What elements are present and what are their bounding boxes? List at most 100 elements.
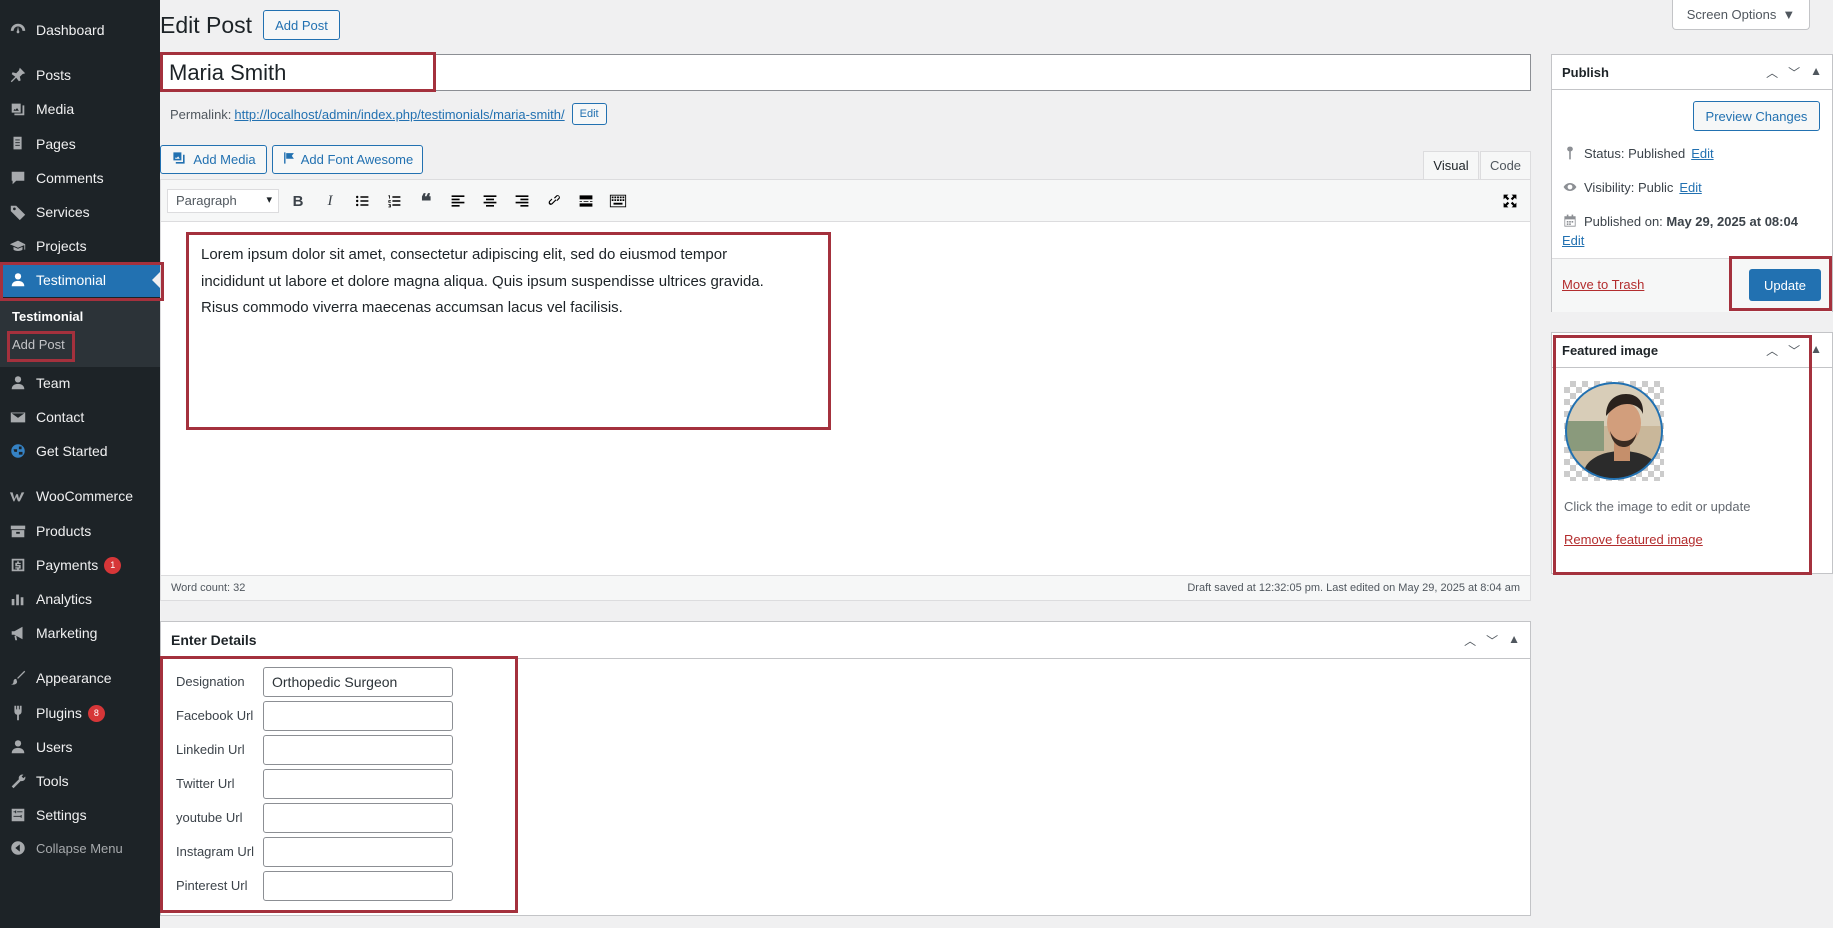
sidebar-item-team[interactable]: Team (0, 366, 160, 400)
add-font-awesome-button[interactable]: Add Font Awesome (272, 145, 423, 174)
facebook-url-label: Facebook Url (176, 708, 254, 723)
users-icon (0, 738, 36, 756)
keyboard-icon[interactable] (608, 191, 628, 211)
status-edit-link[interactable]: Edit (1691, 146, 1713, 161)
facebook-url-field[interactable] (263, 701, 453, 731)
youtube-url-label: youtube Url (176, 810, 243, 825)
numbered-list-icon[interactable] (384, 191, 404, 211)
collapse-arrow-icon[interactable]: ▲ (1810, 64, 1822, 81)
visibility-value: Public (1637, 179, 1674, 195)
sidebar-item-dashboard[interactable]: Dashboard (0, 13, 160, 47)
permalink-edit-button[interactable]: Edit (571, 103, 607, 125)
tab-visual[interactable]: Visual (1423, 151, 1479, 180)
featured-image-box: Featured image ︿ ﹀ ▲ Click the image to … (1551, 332, 1833, 574)
sidebar-item-analytics[interactable]: Analytics (0, 582, 160, 616)
tab-code[interactable]: Code (1480, 151, 1531, 180)
sidebar-item-get-started[interactable]: Get Started (0, 434, 160, 468)
link-icon[interactable] (544, 191, 564, 211)
sidebar-item-label: Media (36, 101, 75, 117)
eye-icon (1563, 183, 1577, 191)
twitter-url-field[interactable] (263, 769, 453, 799)
sidebar-item-label: Tools (36, 773, 69, 789)
sidebar-item-products[interactable]: Products (0, 514, 160, 548)
visibility-edit-link[interactable]: Edit (1679, 180, 1701, 195)
format-select[interactable]: Paragraph (167, 189, 279, 213)
sidebar-item-testimonial[interactable]: Testimonial (0, 263, 160, 297)
remove-featured-image-link[interactable]: Remove featured image (1564, 532, 1703, 547)
published-on-row: Published on: May 29, 2025 at 08:04 (1562, 213, 1798, 229)
add-post-button[interactable]: Add Post (263, 10, 340, 40)
sidebar-item-label: Pages (36, 136, 76, 152)
chevron-up-icon[interactable]: ︿ (1766, 342, 1778, 359)
instagram-url-field[interactable] (263, 837, 453, 867)
permalink-link[interactable]: http://localhost/admin/index.php/testimo… (234, 107, 564, 122)
sidebar-item-services[interactable]: Services (0, 195, 160, 229)
dollar-icon (0, 556, 36, 574)
italic-icon[interactable]: I (320, 191, 340, 211)
pin-icon (1567, 146, 1573, 160)
testimonial-submenu: Testimonial Add Post (0, 299, 160, 367)
chevron-up-icon[interactable]: ︿ (1766, 64, 1778, 81)
linkedin-url-field[interactable] (263, 735, 453, 765)
chevron-down-icon[interactable]: ﹀ (1486, 632, 1498, 649)
pinterest-url-field[interactable] (263, 871, 453, 901)
collapse-menu-button[interactable]: Collapse Menu (0, 831, 160, 865)
archive-icon (0, 522, 36, 540)
blockquote-icon[interactable]: ❝ (416, 191, 436, 213)
bullet-list-icon[interactable] (352, 191, 372, 211)
collapse-arrow-icon[interactable]: ▲ (1810, 342, 1822, 359)
megaphone-icon (0, 624, 36, 642)
sidebar-item-posts[interactable]: Posts (0, 58, 160, 92)
chevron-down-icon[interactable]: ﹀ (1788, 342, 1800, 359)
sidebar-item-marketing[interactable]: Marketing (0, 616, 160, 650)
submenu-item-testimonial[interactable]: Testimonial (12, 309, 83, 324)
chevron-up-icon[interactable]: ︿ (1464, 632, 1476, 649)
screen-options-button[interactable]: Screen Options ▼ (1672, 0, 1810, 30)
sidebar-item-appearance[interactable]: Appearance (0, 661, 160, 695)
post-title-input[interactable]: Maria Smith (160, 54, 1531, 91)
fullscreen-icon[interactable] (1500, 191, 1520, 211)
sidebar-item-plugins[interactable]: Plugins 8 (0, 696, 160, 730)
published-edit-link[interactable]: Edit (1562, 233, 1584, 248)
move-to-trash-link[interactable]: Move to Trash (1562, 277, 1644, 292)
status-value: Published (1628, 145, 1686, 161)
submenu-item-add-post[interactable]: Add Post (12, 337, 65, 352)
sidebar-item-media[interactable]: Media (0, 92, 160, 126)
sidebar-item-projects[interactable]: Projects (0, 229, 160, 263)
youtube-url-field[interactable] (263, 803, 453, 833)
chevron-down-icon[interactable]: ﹀ (1788, 64, 1800, 81)
pages-icon (0, 135, 36, 153)
update-button[interactable]: Update (1749, 269, 1821, 301)
featured-image-thumbnail[interactable] (1564, 381, 1664, 481)
sidebar-item-pages[interactable]: Pages (0, 127, 160, 161)
sidebar-item-comments[interactable]: Comments (0, 161, 160, 195)
sidebar-item-settings[interactable]: Settings (0, 798, 160, 832)
designation-label: Designation (176, 674, 245, 689)
sidebar-item-label: Collapse Menu (36, 840, 123, 856)
enter-details-title: Enter Details (171, 632, 257, 648)
plugins-count-badge: 8 (87, 704, 105, 722)
align-left-icon[interactable] (448, 191, 468, 211)
editor-content[interactable]: Lorem ipsum dolor sit amet, consectetur … (201, 242, 771, 322)
align-center-icon[interactable] (480, 191, 500, 211)
preview-changes-button[interactable]: Preview Changes (1693, 101, 1820, 131)
sidebar-item-label: Get Started (36, 443, 108, 459)
calendar-icon (1564, 214, 1576, 227)
sidebar-item-woocommerce[interactable]: WooCommerce (0, 479, 160, 513)
designation-field[interactable] (263, 667, 453, 697)
sidebar-item-payments[interactable]: Payments 1 (0, 548, 160, 582)
align-right-icon[interactable] (512, 191, 532, 211)
sidebar-item-contact[interactable]: Contact (0, 400, 160, 434)
sidebar-item-users[interactable]: Users (0, 730, 160, 764)
comments-icon (0, 169, 36, 187)
draft-saved-status: Draft saved at 12:32:05 pm. Last edited … (1187, 582, 1520, 594)
sidebar-item-label: Appearance (36, 670, 112, 686)
bold-icon[interactable]: B (288, 191, 308, 211)
add-media-button[interactable]: Add Media (160, 145, 267, 174)
sidebar-item-tools[interactable]: Tools (0, 764, 160, 798)
sidebar-item-label: Users (36, 739, 73, 755)
globe-icon (0, 442, 36, 460)
collapse-arrow-icon[interactable]: ▲ (1508, 632, 1520, 649)
read-more-icon[interactable] (576, 191, 596, 211)
woo-icon (0, 487, 36, 505)
